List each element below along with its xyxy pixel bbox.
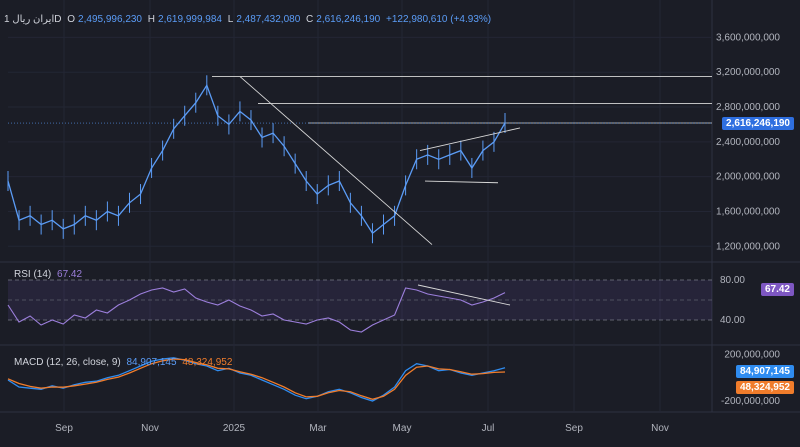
high-label: H	[147, 14, 156, 25]
chart-canvas: Sep Nov 2025 Mar May Jul Sep Nov 3,600,000,000 3,…	[0, 0, 800, 447]
low-label: L	[227, 14, 234, 25]
signal-tag: 48,324,952	[735, 381, 794, 394]
signal-value: 48,324,952	[182, 357, 233, 368]
symbol-label: 1 ایران ریالD	[4, 14, 62, 25]
rsi-label: RSI (14)	[14, 269, 52, 280]
x-tick-label: Nov	[651, 423, 669, 434]
macd-label: MACD (12, 26, close, 9)	[14, 357, 121, 368]
price-tick-label: 3,600,000,000	[716, 32, 780, 43]
price-tick-label: 3,200,000,000	[716, 67, 780, 78]
rsi-legend: RSI (14) 67.42	[14, 269, 85, 280]
price-tick-label: 1,600,000,000	[716, 206, 780, 217]
x-tick-label: Nov	[141, 423, 159, 434]
x-tick-label: May	[393, 423, 412, 434]
price-tick-label: 2,000,000,000	[716, 172, 780, 183]
ohlc-legend: 1 ایران ریالD O 2,495,996,230 H 2,619,999,…	[4, 14, 494, 25]
macd-legend: MACD (12, 26, close, 9) 84,907,145 48,32…	[14, 357, 235, 368]
open-label: O	[67, 14, 76, 25]
macd-value: 84,907,145	[126, 357, 177, 368]
close-label: C	[306, 14, 314, 25]
macd-tick-label: -200,000,000	[721, 396, 780, 407]
low-value: 2,487,432,080	[236, 14, 301, 25]
rsi-tag: 67.42	[760, 283, 794, 296]
close-value: 2,616,246,190	[316, 14, 381, 25]
macd-tick-label: 200,000,000	[724, 349, 780, 360]
open-value: 2,495,996,230	[78, 14, 142, 25]
x-tick-label: Sep	[55, 423, 73, 434]
x-tick-label: Sep	[565, 423, 583, 434]
high-value: 2,619,999,984	[158, 14, 222, 25]
x-tick-label: 2025	[223, 423, 246, 434]
x-tick-label: Mar	[309, 423, 327, 434]
price-tag: 2,616,246,190	[722, 117, 794, 130]
rsi-tick-label: 80.00	[720, 275, 745, 286]
change-value: +122,980,610 (+4.93%)	[386, 14, 492, 25]
macd-tag: 84,907,145	[735, 365, 794, 378]
x-tick-label: Jul	[482, 423, 495, 434]
rsi-tick-label: 40.00	[720, 315, 745, 326]
rsi-value: 67.42	[57, 269, 83, 280]
price-tick-label: 2,800,000,000	[716, 102, 780, 113]
price-tick-label: 1,200,000,000	[716, 241, 780, 252]
price-tick-label: 2,400,000,000	[716, 137, 780, 148]
